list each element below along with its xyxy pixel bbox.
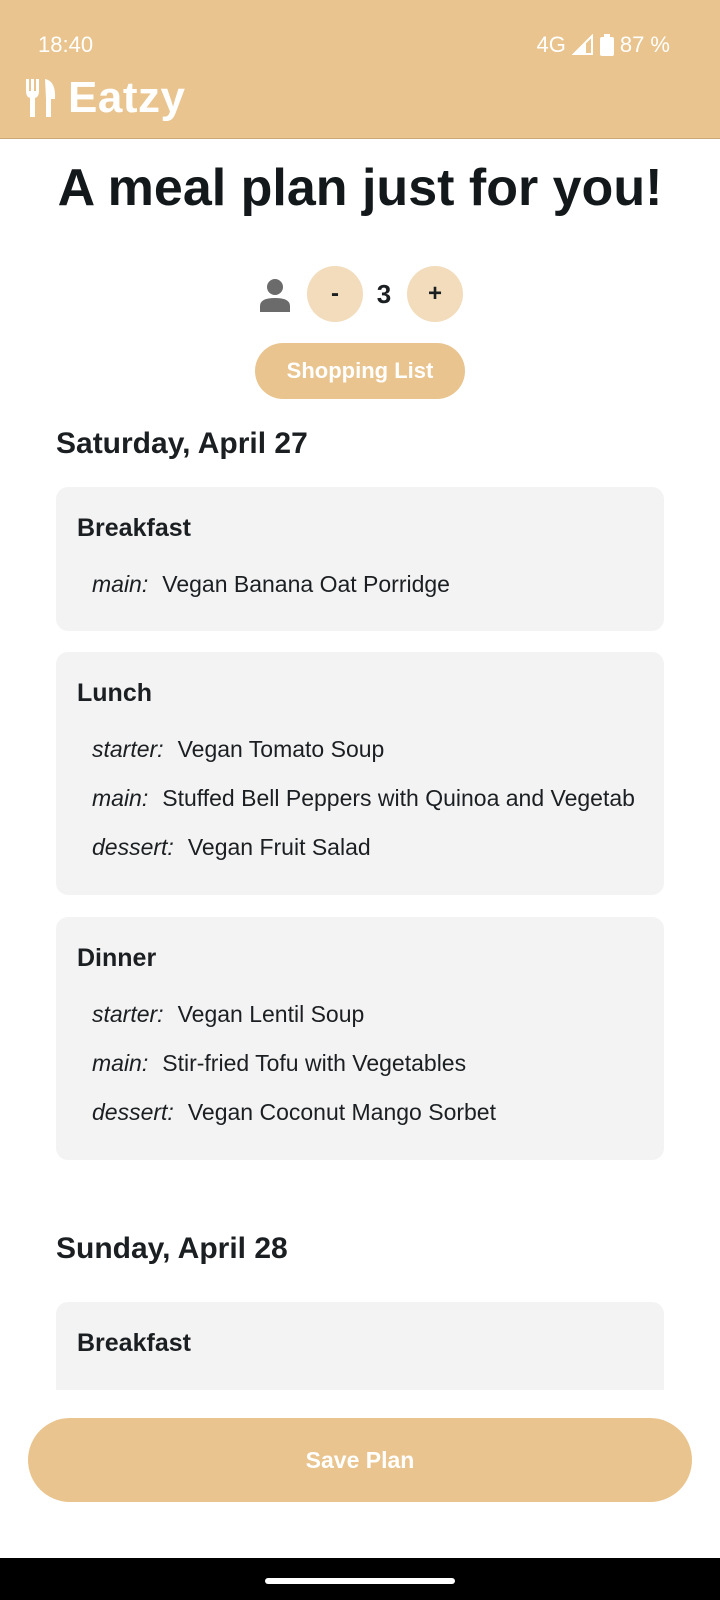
day-heading: Saturday, April 27 bbox=[56, 427, 308, 460]
meal-card-breakfast[interactable]: Breakfast main: Vegan Banana Oat Porridge bbox=[56, 487, 664, 631]
course-label: starter: bbox=[92, 1001, 164, 1027]
dish-row: dessert: Vegan Coconut Mango Sorbet bbox=[92, 1097, 496, 1127]
day-heading: Sunday, April 28 bbox=[56, 1232, 288, 1265]
dish-row: starter: Vegan Tomato Soup bbox=[92, 734, 384, 764]
course-label: main: bbox=[92, 785, 149, 811]
status-bar: 18:40 4G 87 % bbox=[0, 0, 720, 64]
decrease-people-button[interactable]: - bbox=[307, 266, 363, 322]
person-icon bbox=[260, 279, 290, 312]
dish-row: dessert: Vegan Fruit Salad bbox=[92, 832, 371, 862]
course-label: main: bbox=[92, 571, 149, 597]
system-nav-bar bbox=[0, 1558, 720, 1600]
dish-name: Vegan Banana Oat Porridge bbox=[162, 571, 450, 597]
meal-plan-content[interactable]: A meal plan just for you! - 3 + Shopping… bbox=[0, 140, 720, 1390]
dish-row: main: Stuffed Bell Peppers with Quinoa an… bbox=[92, 783, 635, 813]
signal-icon bbox=[571, 34, 593, 55]
dish-name: Vegan Lentil Soup bbox=[177, 1001, 365, 1027]
dish-name: Stir-fried Tofu with Vegetables bbox=[162, 1050, 467, 1076]
dish-row: starter: Vegan Lentil Soup bbox=[92, 999, 364, 1029]
app-bar: Eatzy bbox=[26, 70, 185, 126]
app-header: 18:40 4G 87 % Eatzy bbox=[0, 0, 720, 139]
meal-title: Dinner bbox=[77, 944, 157, 972]
page-title: A meal plan just for you! bbox=[57, 159, 663, 217]
meal-card-dinner[interactable]: Dinner starter: Vegan Lentil Soup main: St… bbox=[56, 917, 664, 1160]
course-label: main: bbox=[92, 1050, 149, 1076]
dish-row: main: Vegan Banana Oat Porridge bbox=[92, 569, 450, 599]
network-type: 4G bbox=[536, 32, 566, 57]
status-time: 18:40 bbox=[38, 32, 94, 57]
dish-row: main: Stir-fried Tofu with Vegetables bbox=[92, 1048, 466, 1078]
dish-name: Stuffed Bell Peppers with Quinoa and Veg… bbox=[162, 785, 635, 811]
course-label: starter: bbox=[92, 736, 164, 762]
dish-name: Vegan Tomato Soup bbox=[177, 736, 385, 762]
dish-name: Vegan Coconut Mango Sorbet bbox=[187, 1099, 496, 1125]
people-stepper: - 3 + bbox=[0, 266, 720, 322]
home-handle[interactable] bbox=[265, 1578, 455, 1584]
shopping-list-button[interactable]: Shopping List bbox=[255, 343, 465, 399]
save-plan-button[interactable]: Save Plan bbox=[28, 1418, 692, 1502]
meal-title: Lunch bbox=[77, 679, 152, 707]
meal-card-breakfast[interactable]: Breakfast bbox=[56, 1302, 664, 1390]
app-title: Eatzy bbox=[68, 73, 186, 122]
status-indicators: 4G 87 % bbox=[536, 32, 670, 58]
fork-knife-icon bbox=[26, 79, 56, 117]
dish-name: Vegan Fruit Salad bbox=[187, 834, 371, 860]
battery-icon bbox=[599, 34, 614, 56]
meal-title: Breakfast bbox=[77, 1329, 191, 1357]
battery-level: 87 % bbox=[619, 32, 670, 57]
course-label: dessert: bbox=[92, 834, 174, 860]
increase-people-button[interactable]: + bbox=[407, 266, 463, 322]
people-count: 3 bbox=[376, 279, 392, 309]
meal-card-lunch[interactable]: Lunch starter: Vegan Tomato Soup main: Stu… bbox=[56, 652, 664, 895]
course-label: dessert: bbox=[92, 1099, 174, 1125]
meal-title: Breakfast bbox=[77, 514, 191, 542]
